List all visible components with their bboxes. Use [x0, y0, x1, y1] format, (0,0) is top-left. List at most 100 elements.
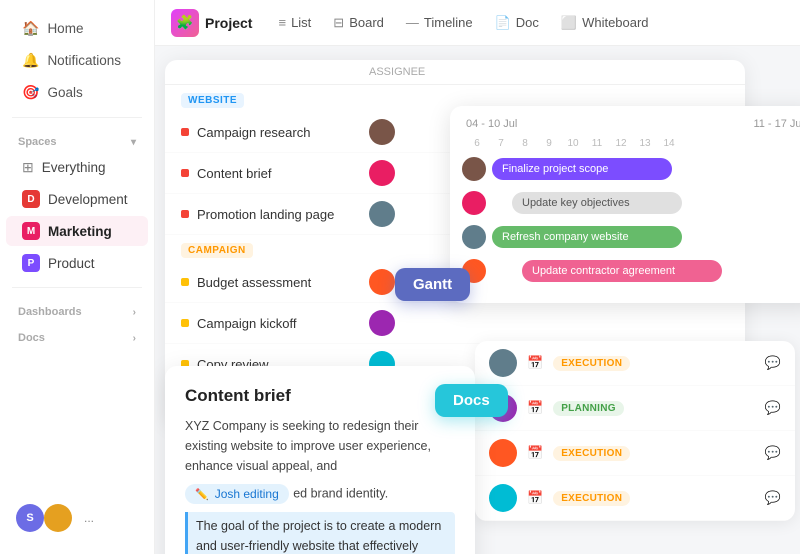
sidebar-item-product[interactable]: P Product: [6, 248, 148, 278]
sidebar-item-home[interactable]: 🏠 Home: [6, 13, 148, 44]
calendar-icon-2: 📅: [527, 400, 543, 416]
gantt-badge: Gantt: [395, 268, 470, 301]
status-badge: EXECUTION: [553, 446, 630, 461]
chevron-right-icon[interactable]: ›: [133, 307, 136, 318]
gantt-bar: Finalize project scope: [492, 158, 672, 180]
sidebar-item-goals[interactable]: 🎯 Goals: [6, 77, 148, 108]
status-badge: EXECUTION: [553, 356, 630, 371]
chevron-right-icon-2[interactable]: ›: [133, 333, 136, 344]
list-item[interactable]: 📅 EXECUTION 💬: [475, 431, 795, 476]
docs-section[interactable]: Docs ›: [0, 322, 154, 348]
calendar-icon: 📅: [527, 355, 543, 371]
whiteboard-icon: ⬜: [561, 15, 577, 31]
home-icon: 🏠: [22, 20, 39, 37]
avatar: [489, 349, 517, 377]
chat-icon-4: 💬: [765, 490, 781, 506]
editing-user: Josh editing: [215, 487, 279, 501]
tab-timeline[interactable]: — Timeline: [396, 10, 483, 35]
task-dot: [181, 319, 189, 327]
sidebar-bottom: S ...: [0, 494, 154, 542]
gantt-dates: 6 7 8 9 10 11 12 13 14: [462, 138, 800, 149]
gantt-col1: 04 - 10 Jul: [466, 118, 517, 130]
sidebar: 🏠 Home 🔔 Notifications 🎯 Goals Spaces ▾ …: [0, 0, 155, 554]
spaces-label: Spaces: [18, 136, 57, 148]
avatar: [489, 439, 517, 467]
calendar-icon-4: 📅: [527, 490, 543, 506]
sidebar-item-development[interactable]: D Development: [6, 184, 148, 214]
list-item[interactable]: 📅 PLANNING 💬: [475, 386, 795, 431]
topbar: 🧩 Project ≡ List ⊟ Board — Timeline 📄 Do…: [155, 0, 800, 46]
space-icon-marketing: M: [22, 222, 40, 240]
sidebar-item-label: Home: [47, 21, 83, 36]
more-options[interactable]: ...: [84, 511, 94, 525]
project-icon: 🧩: [171, 9, 199, 37]
status-badge: PLANNING: [553, 401, 624, 416]
dashboards-section[interactable]: Dashboards ›: [0, 296, 154, 322]
sidebar-item-label: Goals: [47, 85, 82, 100]
avatar: [369, 160, 395, 186]
space-icon-product: P: [22, 254, 40, 272]
tab-whiteboard[interactable]: ⬜ Whiteboard: [551, 10, 659, 36]
docs-badge: Docs: [435, 384, 508, 417]
gantt-bar: Refresh company website: [492, 226, 682, 248]
board-icon: ⊟: [333, 15, 344, 31]
sidebar-item-label: Marketing: [48, 224, 112, 239]
gantt-bar: Update key objectives: [512, 192, 682, 214]
list-item[interactable]: 📅 EXECUTION 💬: [475, 476, 795, 521]
gantt-col2: 11 - 17 Jul: [753, 118, 800, 130]
grid-icon: ⊞: [22, 159, 34, 176]
sidebar-item-notifications[interactable]: 🔔 Notifications: [6, 45, 148, 76]
user-avatar-2[interactable]: [44, 504, 72, 532]
task-dot: [181, 128, 189, 136]
calendar-icon-3: 📅: [527, 445, 543, 461]
avatar: [462, 225, 486, 249]
gantt-row: Refresh company website: [462, 223, 800, 251]
gantt-bar: Update contractor agreement: [522, 260, 722, 282]
chevron-down-icon[interactable]: ▾: [131, 137, 136, 148]
project-title: Project: [205, 15, 252, 31]
docs-card: Content brief XYZ Company is seeking to …: [165, 366, 475, 554]
chat-icon-2: 💬: [765, 400, 781, 416]
list-item[interactable]: 📅 EXECUTION 💬: [475, 341, 795, 386]
status-badge: EXECUTION: [553, 491, 630, 506]
table-row[interactable]: Campaign kickoff: [165, 303, 745, 344]
docs-title: Content brief: [185, 386, 455, 406]
timeline-icon: —: [406, 15, 419, 30]
sidebar-item-label: Development: [48, 192, 128, 207]
assignee-col-header: ASSIGNEE: [369, 66, 449, 78]
sidebar-item-label: Product: [48, 256, 95, 271]
avatar: [369, 201, 395, 227]
list-icon: ≡: [278, 15, 286, 30]
task-dot: [181, 278, 189, 286]
sidebar-item-marketing[interactable]: M Marketing: [6, 216, 148, 246]
sidebar-item-everything[interactable]: ⊞ Everything: [6, 153, 148, 182]
topbar-nav: ≡ List ⊟ Board — Timeline 📄 Doc ⬜ Whiteb…: [268, 10, 658, 36]
right-task-list: 📅 EXECUTION 💬 📅 PLANNING 💬 📅 EXECUTION 💬…: [475, 341, 795, 521]
task-dot: [181, 210, 189, 218]
avatar: [462, 191, 486, 215]
avatar: [369, 310, 395, 336]
gantt-row: Update key objectives: [462, 189, 800, 217]
tab-board[interactable]: ⊟ Board: [323, 10, 394, 36]
gantt-card: 04 - 10 Jul 11 - 17 Jul 6 7 8 9 10 11 12…: [450, 106, 800, 303]
sidebar-divider: [12, 117, 142, 118]
user-avatar-1[interactable]: S: [16, 504, 44, 532]
avatar: [369, 269, 395, 295]
task-dot: [181, 169, 189, 177]
tab-doc[interactable]: 📄 Doc: [485, 10, 549, 36]
avatar: [369, 119, 395, 145]
sidebar-divider-2: [12, 287, 142, 288]
table-header: ASSIGNEE: [165, 60, 745, 85]
avatar: [489, 484, 517, 512]
website-tag: WEBSITE: [181, 93, 244, 108]
editing-badge: ✏️ Josh editing: [185, 484, 289, 504]
sidebar-item-label: Everything: [42, 160, 106, 175]
tab-list[interactable]: ≡ List: [268, 10, 321, 35]
edit-icon: ✏️: [195, 488, 209, 501]
chat-icon-3: 💬: [765, 445, 781, 461]
goal-icon: 🎯: [22, 84, 39, 101]
chat-icon: 💬: [765, 355, 781, 371]
gantt-header: 04 - 10 Jul 11 - 17 Jul: [462, 118, 800, 130]
main-area: 🧩 Project ≡ List ⊟ Board — Timeline 📄 Do…: [155, 0, 800, 554]
docs-text-1: XYZ Company is seeking to redesign their…: [185, 416, 455, 476]
